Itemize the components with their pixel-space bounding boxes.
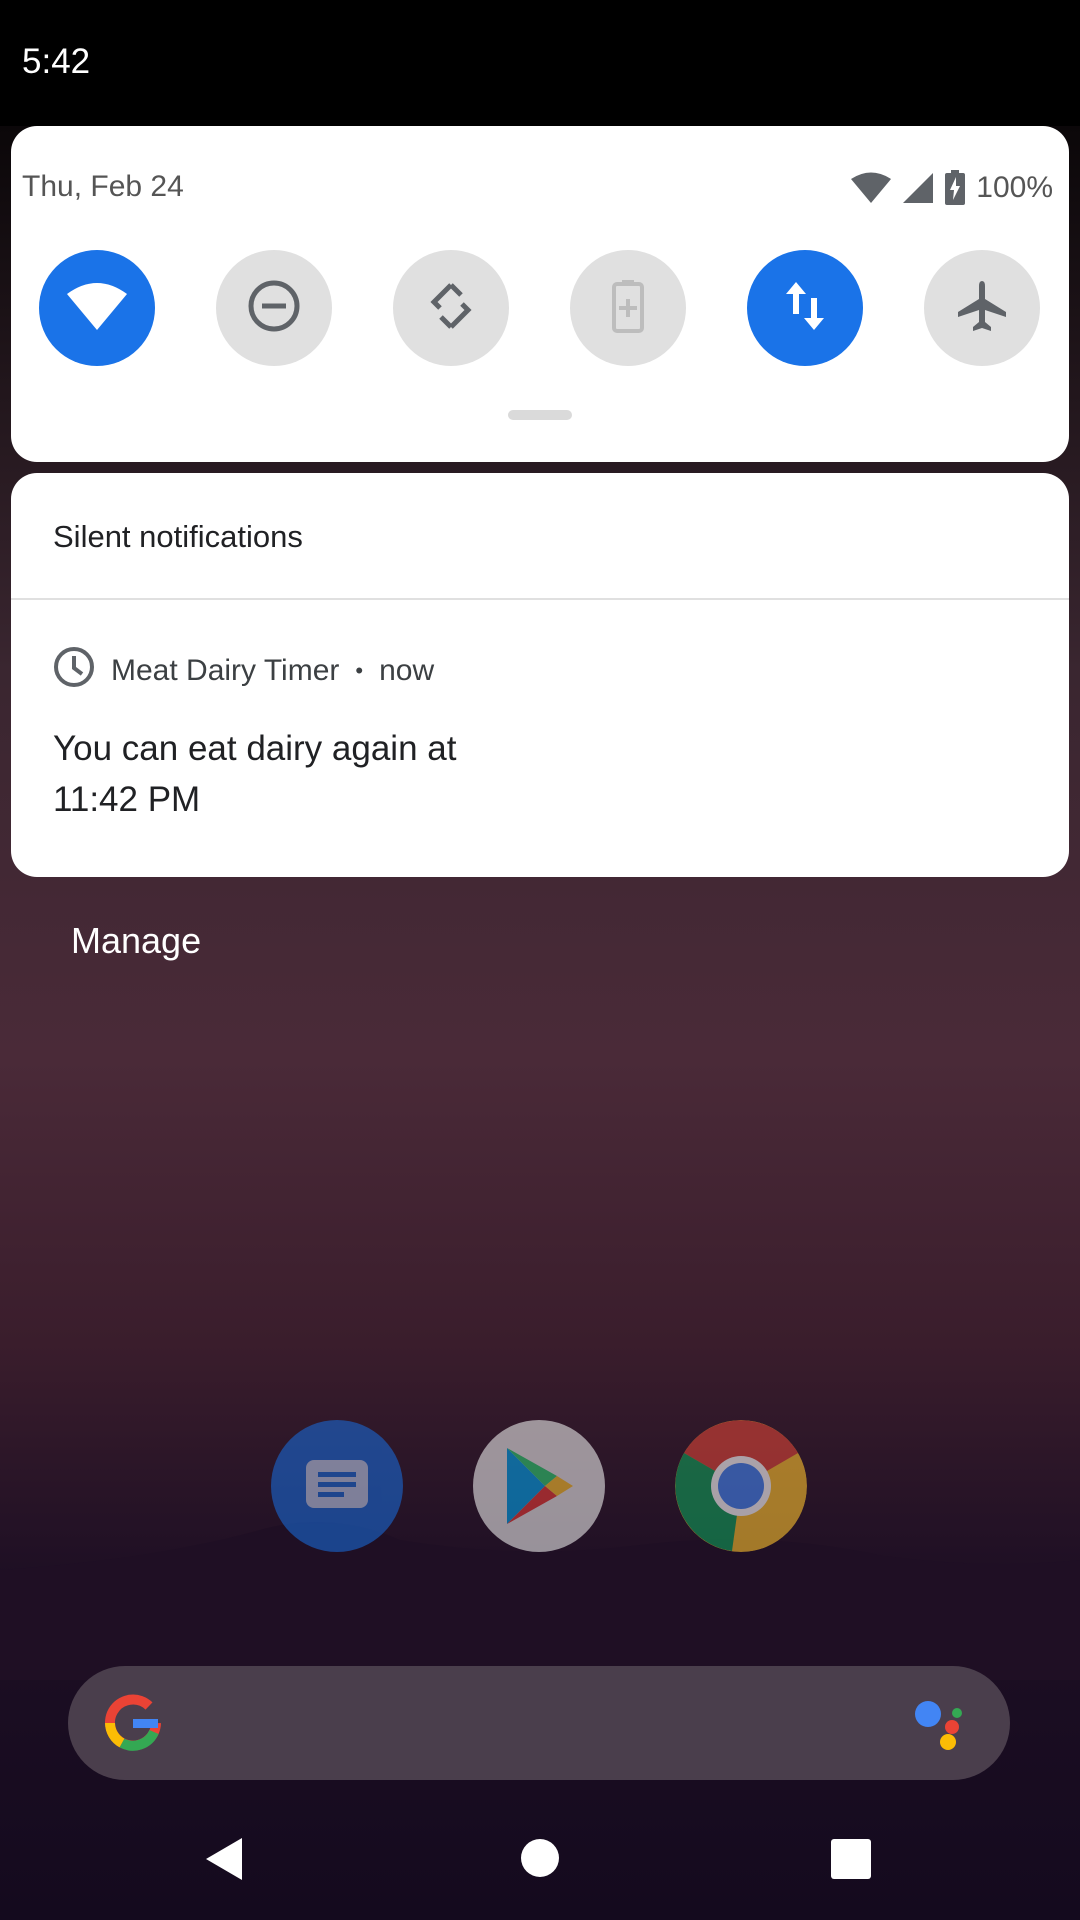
notification-line-1: You can eat dairy again at <box>53 729 457 768</box>
wifi-signal-icon <box>850 172 892 204</box>
tile-do-not-disturb[interactable] <box>216 250 332 366</box>
battery-charging-icon <box>944 170 966 206</box>
notification-header[interactable]: Meat Dairy Timer • now <box>53 646 434 696</box>
qs-date[interactable]: Thu, Feb 24 <box>22 170 184 204</box>
assistant-icon[interactable] <box>910 1696 970 1757</box>
qs-status-icons: 100% <box>850 170 1053 206</box>
google-g-icon <box>102 1692 164 1759</box>
chrome-icon[interactable] <box>675 1420 807 1552</box>
messages-icon[interactable] <box>271 1420 403 1552</box>
google-search-bar[interactable] <box>68 1666 1010 1780</box>
airplane-icon <box>954 278 1010 339</box>
notification-card: Silent notifications Meat Dairy Timer • … <box>11 473 1069 877</box>
tile-airplane-mode[interactable] <box>924 250 1040 366</box>
tile-wifi[interactable] <box>39 250 155 366</box>
divider <box>11 598 1069 600</box>
tile-battery-saver[interactable] <box>570 250 686 366</box>
section-title: Silent notifications <box>53 519 303 554</box>
tile-mobile-data[interactable] <box>747 250 863 366</box>
battery-saver-icon <box>611 279 645 338</box>
cell-signal-icon <box>902 172 934 204</box>
clock-icon <box>53 646 95 696</box>
mobile-data-icon <box>783 280 827 337</box>
expand-handle[interactable] <box>508 410 572 420</box>
notification-line-2: 11:42 PM <box>53 780 201 819</box>
recents-icon[interactable] <box>830 1838 872 1885</box>
notification-separator: • <box>355 658 364 683</box>
status-bar: 5:42 <box>0 0 1080 126</box>
do-not-disturb-icon <box>247 279 301 338</box>
notification-app-name: Meat Dairy Timer <box>111 654 340 687</box>
notification-time: now <box>379 654 435 687</box>
auto-rotate-icon <box>424 279 478 338</box>
status-time: 5:42 <box>22 42 91 81</box>
tile-auto-rotate[interactable] <box>393 250 509 366</box>
home-icon[interactable] <box>520 1838 560 1883</box>
wifi-icon <box>65 280 129 337</box>
notification-body[interactable]: You can eat dairy again at 11:42 PM <box>53 723 853 825</box>
navigation-bar <box>0 1800 1080 1920</box>
play-store-icon[interactable] <box>473 1420 605 1552</box>
back-icon[interactable] <box>204 1836 244 1887</box>
battery-percent: 100% <box>976 171 1053 204</box>
manage-button[interactable]: Manage <box>71 920 201 962</box>
quick-settings-panel: Thu, Feb 24 100% <box>11 126 1069 462</box>
